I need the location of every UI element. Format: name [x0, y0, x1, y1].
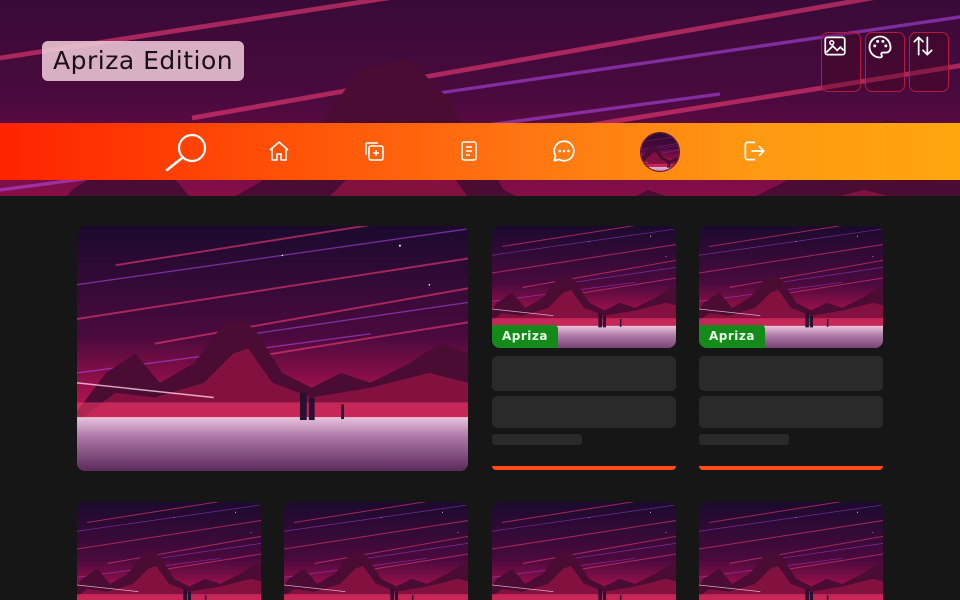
- document-icon: [461, 141, 477, 161]
- nav-search[interactable]: [164, 131, 210, 173]
- post-card[interactable]: [77, 502, 261, 600]
- featured-post-card[interactable]: [77, 226, 468, 471]
- sort-arrows-icon: [913, 36, 933, 56]
- avatar: [641, 133, 679, 171]
- post-card[interactable]: Apriza: [492, 226, 676, 471]
- brand-title: Apriza Edition: [42, 41, 245, 81]
- nav-new-post[interactable]: [354, 133, 394, 169]
- post-thumbnail: [699, 502, 883, 600]
- profile-avatar[interactable]: [640, 132, 680, 172]
- card-accent-bar: [492, 466, 676, 470]
- nav-home[interactable]: [259, 133, 299, 169]
- post-thumbnail: [492, 502, 676, 600]
- post-card[interactable]: Apriza: [699, 226, 883, 471]
- wallpaper-button[interactable]: [821, 32, 861, 92]
- excerpt-placeholder: [699, 396, 883, 428]
- title-placeholder: [492, 356, 676, 391]
- excerpt-placeholder: [492, 396, 676, 428]
- title-placeholder: [699, 356, 883, 391]
- post-thumbnail: [284, 502, 468, 600]
- post-card[interactable]: [699, 502, 883, 600]
- meta-placeholder: [699, 434, 789, 445]
- post-thumbnail: [77, 502, 261, 600]
- nav-messages[interactable]: [544, 133, 584, 169]
- post-card[interactable]: [284, 502, 468, 600]
- image-icon: [824, 36, 846, 56]
- nav-logout[interactable]: [734, 133, 774, 169]
- logout-icon: [744, 141, 765, 161]
- nav-bar: [0, 123, 960, 180]
- sort-button[interactable]: [909, 32, 949, 92]
- category-badge[interactable]: Apriza: [492, 325, 558, 348]
- meta-placeholder: [492, 434, 582, 445]
- palette-icon: [868, 35, 892, 59]
- card-accent-bar: [699, 466, 883, 470]
- category-badge[interactable]: Apriza: [699, 325, 765, 348]
- post-card[interactable]: [492, 502, 676, 600]
- chat-icon: [553, 140, 575, 162]
- nav-pages[interactable]: [449, 133, 489, 169]
- featured-post-image: [77, 226, 468, 471]
- search-icon: [165, 133, 207, 172]
- theme-button[interactable]: [865, 32, 905, 92]
- home-icon: [269, 141, 289, 161]
- add-post-icon: [365, 142, 384, 161]
